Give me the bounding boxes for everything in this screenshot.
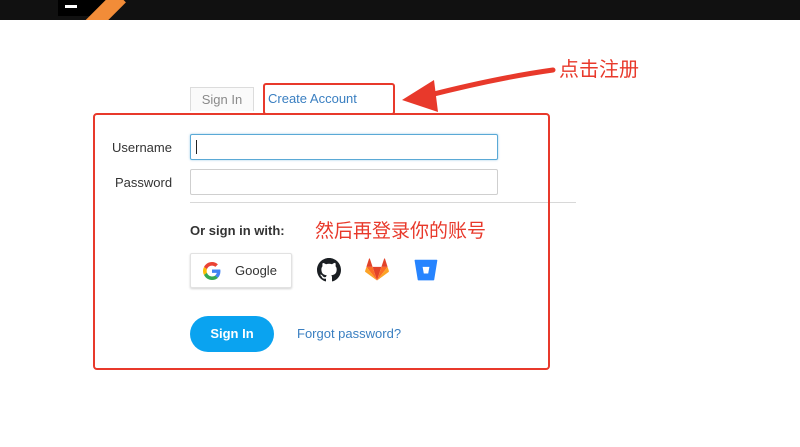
annotation-then-login: 然后再登录你的账号 [315, 221, 487, 242]
annotation-click-register: 点击注册 [559, 59, 639, 81]
logo-mark [65, 5, 77, 8]
page: Sign In Create Account Username Password… [0, 0, 800, 447]
annotation-highlight-create-account [263, 83, 395, 115]
top-bar [0, 0, 800, 20]
annotation-arrow-icon [402, 67, 556, 112]
tab-sign-in[interactable]: Sign In [190, 87, 254, 111]
